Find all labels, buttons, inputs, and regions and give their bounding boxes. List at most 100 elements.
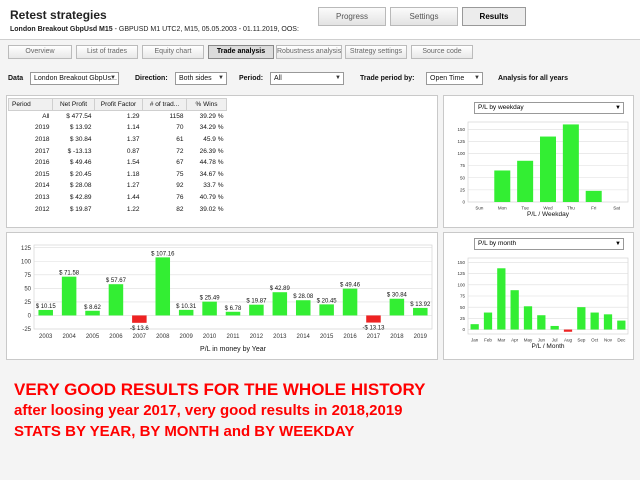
- month-chart-select[interactable]: P/L by month ▼: [474, 238, 624, 250]
- x-axis-title: P/L in money by Year: [200, 346, 267, 353]
- data-label: $ 6.78: [225, 306, 242, 312]
- bar: [295, 300, 311, 316]
- data-select-value: London Breakout GbpUs...: [34, 75, 117, 82]
- tab-results[interactable]: Results: [462, 7, 526, 26]
- y-tick-label: 25: [460, 187, 466, 192]
- x-tick-label: Tue: [521, 206, 529, 211]
- chevron-down-icon: ▼: [474, 75, 480, 81]
- x-tick-label: Nov: [604, 338, 613, 343]
- x-tick-label: Thu: [567, 206, 575, 211]
- trade-period-select[interactable]: Open Time ▼: [426, 72, 483, 85]
- cell-period: 2016: [35, 159, 50, 167]
- cell-net-profit: $ 20.45: [69, 170, 92, 178]
- weekday-pl-chart: 0 25 50 75 100 125 150 Sun Mon Tue Wed Thu Fri Sat P/L…: [457, 121, 629, 218]
- data-select[interactable]: London Breakout GbpUs... ▼: [30, 72, 119, 85]
- column-header-wins[interactable]: % Wins: [186, 98, 227, 111]
- column-header-period[interactable]: Period: [8, 98, 53, 111]
- cell-net-profit: $ 28.08: [69, 182, 92, 190]
- cell-trades: 75: [176, 170, 184, 178]
- column-header-trades[interactable]: # of trad...: [142, 98, 187, 111]
- cell-net-profit: $ 42.89: [69, 193, 92, 201]
- month-chart-panel: P/L by month ▼ 0 25 50 75 100 125 150 Jan Feb Mar A…: [443, 232, 634, 360]
- x-tick-label: Sun: [475, 206, 484, 211]
- cell-net-profit: $ 19.87: [69, 205, 92, 213]
- x-tick-label: Sep: [577, 338, 586, 343]
- cell-trades: 76: [176, 193, 184, 201]
- column-header-net-profit[interactable]: Net Profit: [52, 98, 95, 111]
- table-row[interactable]: 2017 $ -13.13 0.87 72 26.39 %: [9, 145, 227, 157]
- bar: [249, 304, 264, 316]
- bar: [366, 315, 381, 323]
- chevron-down-icon: ▼: [615, 241, 621, 247]
- cell-period: 2017: [35, 147, 50, 155]
- bar: [389, 298, 405, 316]
- subtab-list-of-trades[interactable]: List of trades: [76, 45, 138, 59]
- cell-wins: 33.7 %: [203, 182, 224, 190]
- cell-wins: 39.02 %: [199, 205, 224, 213]
- period-select[interactable]: All ▼: [270, 72, 344, 85]
- x-tick-label: Fri: [591, 206, 596, 211]
- x-tick-label: Sat: [613, 206, 621, 211]
- cell-net-profit: $ -13.13: [67, 147, 92, 155]
- table-row[interactable]: 2013 $ 42.89 1.44 76 40.79 %: [9, 192, 227, 204]
- direction-select-value: Both sides: [179, 75, 212, 82]
- column-header-profit-factor[interactable]: Profit Factor: [94, 98, 143, 111]
- subtab-strategy-settings[interactable]: Strategy settings: [345, 45, 407, 59]
- bar: [540, 136, 556, 202]
- direction-select[interactable]: Both sides ▼: [175, 72, 227, 85]
- bar: [523, 306, 533, 330]
- table-row[interactable]: 2016 $ 49.46 1.54 67 44.78 %: [9, 157, 227, 169]
- tab-settings[interactable]: Settings: [390, 7, 458, 26]
- table-row[interactable]: 2012 $ 19.87 1.22 82 39.02 %: [9, 203, 227, 215]
- x-tick-label: Jan: [471, 338, 479, 343]
- month-pl-chart: 0 25 50 75 100 125 150 Jan Feb Mar Apr May Jun Jul Aug…: [457, 257, 629, 350]
- cell-profit-factor: 1.44: [126, 193, 140, 201]
- year-pl-chart: -25 0 25 50 75 100 125 $ 10.15 2003 $ 71.58 2004 $ …: [21, 244, 433, 353]
- bar: [563, 329, 573, 332]
- app-window: Retest strategies London Breakout GbpUsd…: [0, 0, 640, 480]
- data-label: $ 30.84: [387, 293, 408, 299]
- data-label: $ 10.15: [36, 304, 57, 310]
- table-row[interactable]: 2015 $ 20.45 1.18 75 34.67 %: [9, 168, 227, 180]
- x-tick-label: Aug: [564, 338, 573, 343]
- table-row[interactable]: 2018 $ 30.84 1.37 61 45.9 %: [9, 134, 227, 146]
- analysis-label: Analysis for all years: [498, 75, 569, 82]
- bar: [494, 170, 511, 202]
- overlay-text-line-1: VERY GOOD RESULTS FOR THE WHOLE HISTORY: [14, 380, 426, 399]
- cell-wins: 44.78 %: [199, 159, 224, 167]
- bar: [342, 288, 358, 316]
- y-tick-label: 125: [21, 246, 32, 252]
- subtab-source-code[interactable]: Source code: [411, 45, 473, 59]
- x-tick-label: 2006: [109, 334, 123, 340]
- table-row[interactable]: 2014 $ 28.08 1.27 92 33.7 %: [9, 180, 227, 192]
- subtab-overview[interactable]: Overview: [8, 45, 72, 59]
- cell-trades: 70: [176, 124, 184, 132]
- table-row[interactable]: 2019 $ 13.92 1.14 70 34.29 %: [9, 122, 227, 134]
- table-row[interactable]: All $ 477.54 1.29 1158 39.29 %: [9, 111, 227, 123]
- x-tick-label: 2015: [320, 334, 334, 340]
- cell-net-profit: $ 13.92: [69, 124, 92, 132]
- y-tick-label: 100: [457, 151, 465, 156]
- subtab-trade-analysis[interactable]: Trade analysis: [208, 45, 274, 59]
- subtab-robustness-analysis[interactable]: Robustness analysis: [276, 45, 342, 59]
- weekday-chart-select[interactable]: P/L by weekday ▼: [474, 102, 624, 114]
- cell-profit-factor: 1.29: [126, 113, 140, 121]
- bar: [483, 312, 493, 330]
- filter-bar: Data London Breakout GbpUs... ▼ Direction…: [0, 70, 640, 88]
- chevron-down-icon: ▼: [335, 75, 341, 81]
- cell-profit-factor: 1.14: [126, 124, 140, 132]
- y-tick-label: 75: [460, 294, 466, 299]
- data-label: $ 19.87: [246, 299, 267, 305]
- x-tick-label: 2009: [179, 334, 193, 340]
- subtab-equity-chart[interactable]: Equity chart: [142, 45, 204, 59]
- tab-progress[interactable]: Progress: [318, 7, 386, 26]
- window-subtitle: London Breakout GbpUsd M15 - GBPUSD M1 U…: [10, 26, 299, 33]
- bar: [603, 314, 613, 330]
- y-tick-label: 75: [24, 273, 31, 279]
- x-tick-label: Mon: [498, 206, 507, 211]
- trade-period-select-value: Open Time: [430, 75, 465, 82]
- cell-period: 2014: [35, 182, 50, 190]
- y-tick-label: 25: [460, 316, 466, 321]
- x-tick-label: 2011: [227, 334, 241, 340]
- bar: [497, 268, 506, 330]
